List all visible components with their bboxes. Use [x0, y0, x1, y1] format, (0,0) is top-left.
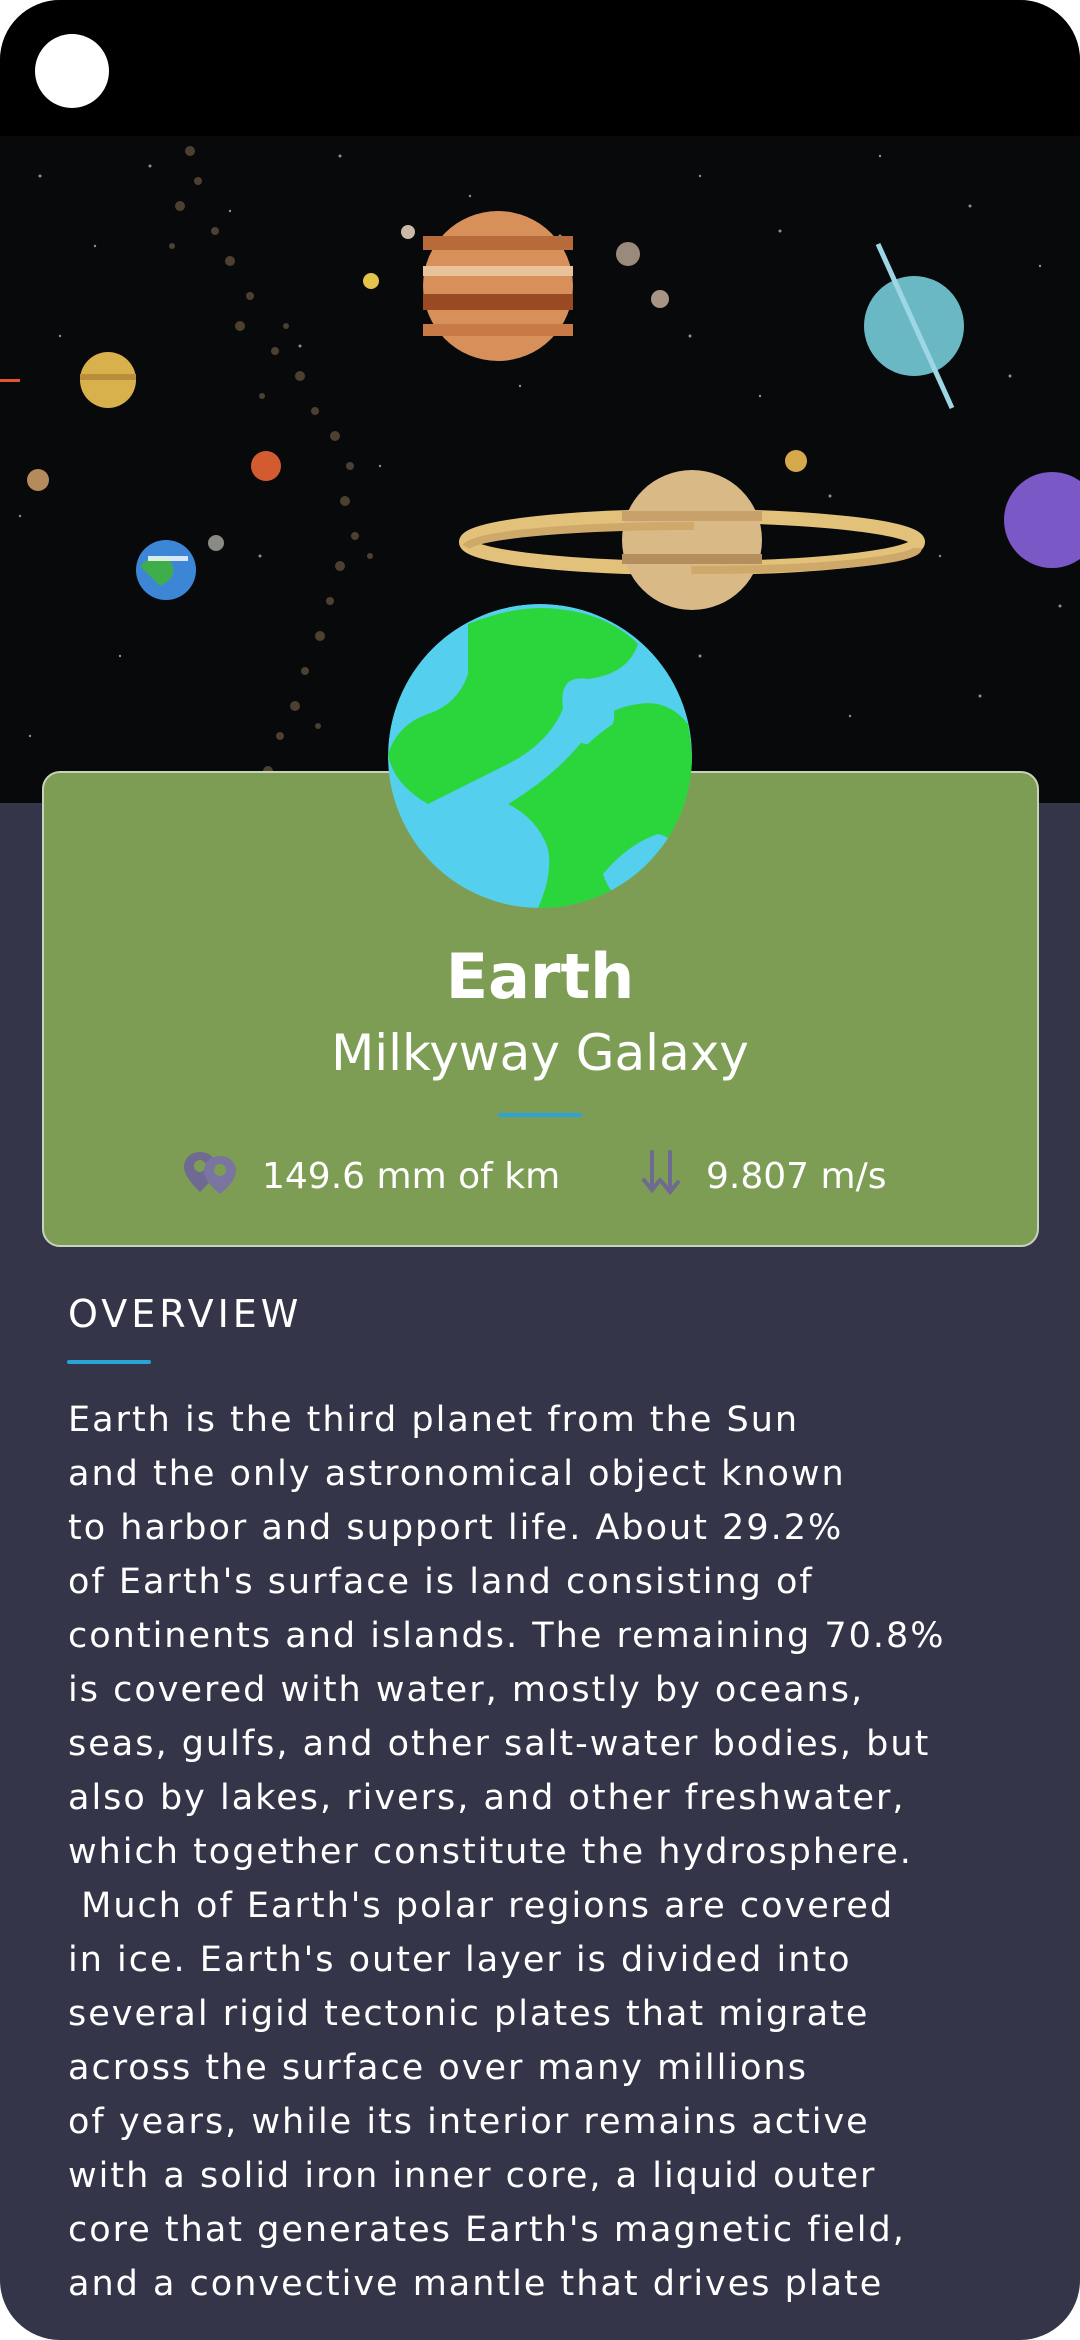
overview-line: Much of Earth's polar regions are covere…: [68, 1886, 895, 1926]
overview-line: of years, while its interior remains act…: [68, 2102, 870, 2142]
overview-line: which together constitute the hydrospher…: [68, 1832, 913, 1872]
overview-line: in ice. Earth's outer layer is divided i…: [68, 1940, 852, 1980]
overview-divider: [67, 1360, 151, 1364]
phone-screen: Earth Milkyway Galaxy 149.6 mm of km 9.8…: [0, 0, 1080, 2340]
overview-line: several rigid tectonic plates that migra…: [68, 1994, 870, 2034]
overview-line: of Earth's surface is land consisting of: [68, 1562, 814, 1602]
status-bar: [0, 0, 1080, 136]
overview-line: continents and islands. The remaining 70…: [68, 1616, 946, 1656]
overview-line: also by lakes, rivers, and other freshwa…: [68, 1778, 906, 1818]
overview-line: and a convective mantle that drives plat…: [68, 2264, 884, 2304]
earth-icon: [388, 604, 692, 908]
arrows-down-up-icon: [640, 1148, 684, 1205]
gravity-stat: 9.807 m/s: [640, 1148, 886, 1204]
overview-line: across the surface over many millions: [68, 2048, 808, 2088]
overview-heading: OVERVIEW: [68, 1292, 303, 1336]
camera-cutout: [35, 34, 109, 108]
overview-line: seas, gulfs, and other salt-water bodies…: [68, 1724, 931, 1764]
overview-line: with a solid iron inner core, a liquid o…: [68, 2156, 877, 2196]
overview-text: Earth is the third planet from the Sun a…: [68, 1393, 1028, 2311]
gravity-value: 9.807 m/s: [706, 1155, 887, 1197]
overview-line: Earth is the third planet from the Sun: [68, 1400, 800, 1440]
title-divider: [498, 1113, 582, 1117]
planet-name: Earth: [445, 940, 635, 1013]
location-pins-icon: [182, 1148, 240, 1205]
overview-line: and the only astronomical object known: [68, 1454, 846, 1494]
overview-line: to harbor and support life. About 29.2%: [68, 1508, 844, 1548]
galaxy-name: Milkyway Galaxy: [331, 1024, 749, 1082]
earth-planet-image: [388, 604, 692, 908]
overview-line: core that generates Earth's magnetic fie…: [68, 2210, 906, 2250]
overview-line: is covered with water, mostly by oceans,: [68, 1670, 865, 1710]
distance-value: 149.6 mm of km: [262, 1155, 561, 1197]
distance-stat: 149.6 mm of km: [182, 1148, 560, 1204]
